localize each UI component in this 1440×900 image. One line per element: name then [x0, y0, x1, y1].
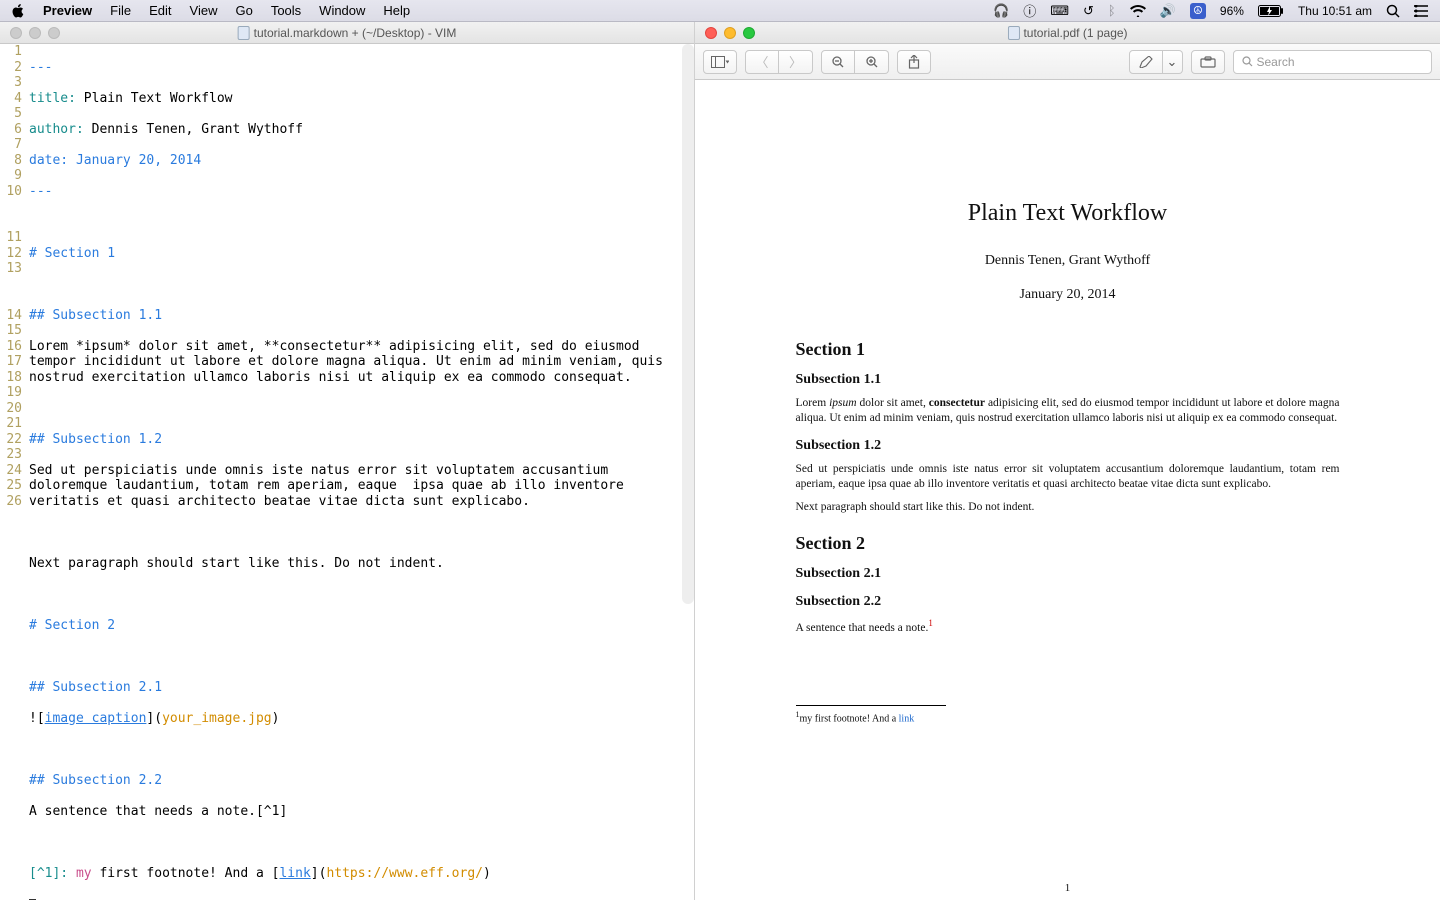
subsection-2-1-heading: Subsection 2.1 [796, 566, 1340, 582]
subsection-1-1-heading: Subsection 1.1 [796, 372, 1340, 388]
pdf-page: Plain Text Workflow Dennis Tenen, Grant … [748, 92, 1388, 900]
preview-toolbar: 〈 〉 ⌄ Search [695, 44, 1440, 80]
page-number: 1 [1065, 882, 1071, 894]
info-icon[interactable]: ⓘ [1023, 1, 1036, 20]
menubar-app-name[interactable]: Preview [43, 3, 92, 18]
paragraph: Next paragraph should start like this. D… [796, 500, 1340, 515]
vim-editor[interactable]: 12345678910 111213 141516171819202122232… [0, 44, 694, 900]
preview-window-title: tutorial.pdf (1 page) [1023, 26, 1127, 40]
wifi-icon[interactable] [1130, 5, 1146, 17]
close-button[interactable] [705, 27, 717, 39]
forward-button[interactable]: 〉 [779, 50, 813, 74]
macos-menubar: Preview File Edit View Go Tools Window H… [0, 0, 1440, 22]
subsection-2-2-heading: Subsection 2.2 [796, 594, 1340, 610]
clock[interactable]: Thu 10:51 am [1298, 4, 1372, 18]
preview-titlebar[interactable]: tutorial.pdf (1 page) [695, 22, 1440, 44]
preview-body[interactable]: Plain Text Workflow Dennis Tenen, Grant … [695, 80, 1440, 900]
zoom-in-button[interactable] [855, 50, 889, 74]
menu-tools[interactable]: Tools [271, 3, 301, 18]
menu-view[interactable]: View [190, 3, 218, 18]
vim-window: tutorial.markdown + (~/Desktop) - VIM 12… [0, 22, 695, 900]
paragraph: Sed ut perspiciatis unde omnis iste natu… [796, 462, 1340, 492]
back-button[interactable]: 〈 [745, 50, 779, 74]
document-icon [1007, 26, 1019, 40]
apple-icon[interactable] [12, 4, 25, 18]
keyboard-icon[interactable]: ⌨︎ [1050, 3, 1069, 19]
spotlight-icon[interactable] [1386, 4, 1400, 18]
paragraph: Lorem ipsum dolor sit amet, consectetur … [796, 396, 1340, 426]
section-2-heading: Section 2 [796, 533, 1340, 554]
zoom-button[interactable] [743, 27, 755, 39]
menu-edit[interactable]: Edit [149, 3, 171, 18]
minimize-button[interactable] [29, 27, 41, 39]
menu-window[interactable]: Window [319, 3, 365, 18]
menu-file[interactable]: File [110, 3, 131, 18]
peace-icon[interactable]: ☮ [1190, 3, 1206, 19]
share-button[interactable] [897, 50, 931, 74]
zoom-button[interactable] [48, 27, 60, 39]
subsection-1-2-heading: Subsection 1.2 [796, 438, 1340, 454]
code-content[interactable]: --- title: Plain Text Workflow author: D… [29, 44, 694, 900]
volume-icon[interactable]: 🔊 [1160, 3, 1176, 19]
doc-author: Dennis Tenen, Grant Wythoff [796, 253, 1340, 269]
search-placeholder: Search [1257, 55, 1295, 69]
notification-center-icon[interactable] [1414, 5, 1428, 17]
vim-window-title: tutorial.markdown + (~/Desktop) - VIM [254, 26, 457, 40]
toolbox-button[interactable] [1191, 50, 1225, 74]
bluetooth-icon[interactable]: ᛒ [1108, 3, 1116, 18]
footnote-rule [796, 705, 946, 706]
menu-help[interactable]: Help [383, 3, 410, 18]
menu-go[interactable]: Go [235, 3, 252, 18]
close-button[interactable] [10, 27, 22, 39]
search-input[interactable]: Search [1233, 50, 1433, 74]
section-1-heading: Section 1 [796, 339, 1340, 360]
document-icon [238, 26, 250, 40]
search-icon [1242, 56, 1253, 67]
headphones-icon[interactable]: 🎧 [993, 3, 1009, 19]
markup-dropdown-button[interactable]: ⌄ [1163, 50, 1183, 74]
doc-date: January 20, 2014 [796, 287, 1340, 303]
footnote: 1my first footnote! And a link [796, 710, 1340, 724]
doc-title: Plain Text Workflow [796, 200, 1340, 227]
battery-percent: 96% [1220, 4, 1244, 18]
battery-icon[interactable] [1258, 5, 1284, 17]
paragraph: A sentence that needs a note.1 [796, 618, 1340, 636]
preview-window: tutorial.pdf (1 page) 〈 〉 ⌄ Search Plain… [695, 22, 1440, 900]
markup-button[interactable] [1129, 50, 1163, 74]
timemachine-icon[interactable]: ↺ [1083, 3, 1094, 19]
line-gutter: 12345678910 111213 141516171819202122232… [0, 44, 26, 900]
vim-titlebar[interactable]: tutorial.markdown + (~/Desktop) - VIM [0, 22, 694, 44]
minimize-button[interactable] [724, 27, 736, 39]
sidebar-toggle-button[interactable] [703, 50, 737, 74]
zoom-out-button[interactable] [821, 50, 855, 74]
